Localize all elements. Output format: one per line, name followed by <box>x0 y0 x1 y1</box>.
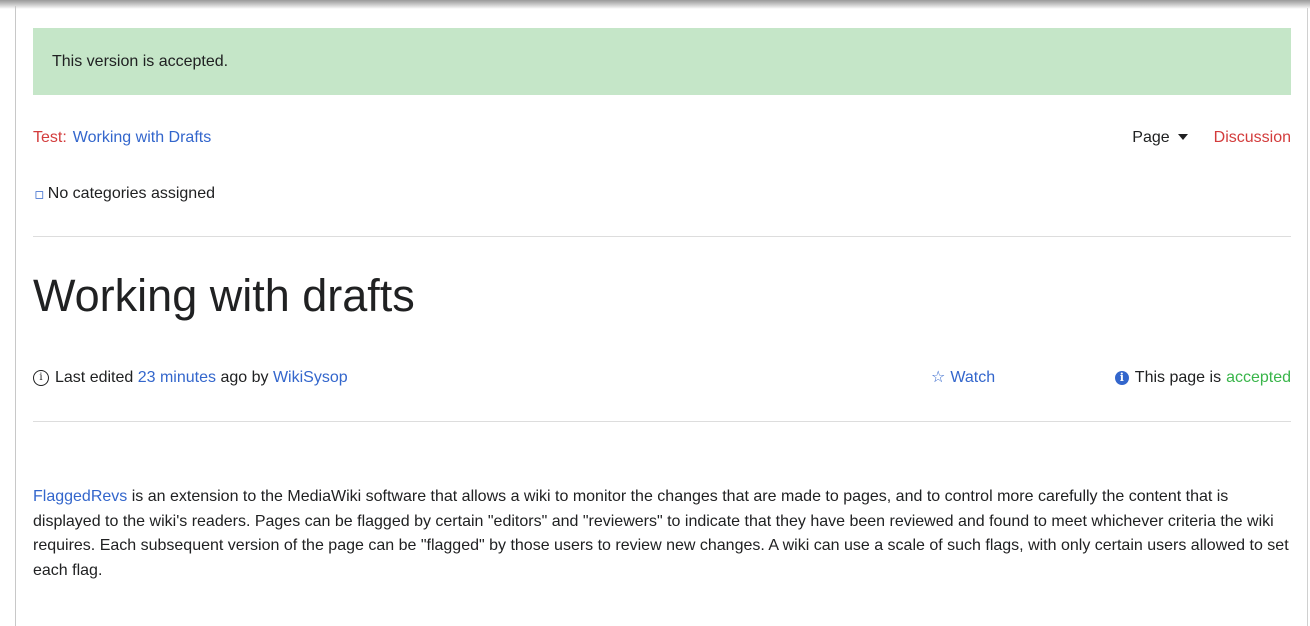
accepted-notice: This version is accepted. <box>33 28 1291 95</box>
top-shadow <box>0 0 1310 9</box>
star-icon: ☆ <box>931 369 946 386</box>
watch-label: Watch <box>950 369 996 386</box>
tag-icon: ◇ <box>28 184 48 204</box>
editor-user-link[interactable]: WikiSysop <box>273 368 348 388</box>
info-icon: i <box>33 370 49 386</box>
page-frame: This version is accepted. Test: Working w… <box>0 0 1310 626</box>
content-paragraph: FlaggedRevs is an extension to the Media… <box>33 485 1295 583</box>
last-edited-info: i Last edited 23 minutes ago by WikiSyso… <box>33 368 348 388</box>
page-menu-label: Page <box>1132 129 1170 146</box>
review-status: i This page is accepted <box>1114 368 1291 388</box>
last-edited-time-link[interactable]: 23 minutes <box>138 368 216 388</box>
flaggedrevs-link[interactable]: FlaggedRevs <box>33 488 127 505</box>
notice-text: This version is accepted. <box>52 53 229 70</box>
page-title: Working with drafts <box>33 270 415 321</box>
page-tabs: Page Discussion <box>1132 128 1291 148</box>
content-text: is an extension to the MediaWiki softwar… <box>33 488 1289 579</box>
discussion-tab[interactable]: Discussion <box>1214 128 1291 148</box>
categories-text: No categories assigned <box>47 185 215 202</box>
divider-top <box>33 236 1291 237</box>
watch-button[interactable]: ☆ Watch <box>931 368 995 388</box>
caret-down-icon <box>1177 134 1188 140</box>
status-prefix: This page is <box>1134 369 1222 386</box>
divider-bottom <box>33 421 1291 422</box>
namespace-link[interactable]: Test: <box>33 129 67 146</box>
page-menu-button[interactable]: Page <box>1132 128 1188 148</box>
breadcrumb: Test: Working with Drafts <box>33 128 211 148</box>
status-accepted-link[interactable]: accepted <box>1226 368 1291 388</box>
review-status-icon[interactable]: i <box>1114 371 1129 385</box>
categories-bar: ◇ No categories assigned <box>29 184 215 204</box>
left-border <box>15 6 16 626</box>
right-border <box>1307 8 1308 626</box>
breadcrumb-page-link[interactable]: Working with Drafts <box>73 129 211 146</box>
last-edited-prefix: Last edited <box>55 369 134 386</box>
last-edited-mid: ago by <box>220 369 269 386</box>
